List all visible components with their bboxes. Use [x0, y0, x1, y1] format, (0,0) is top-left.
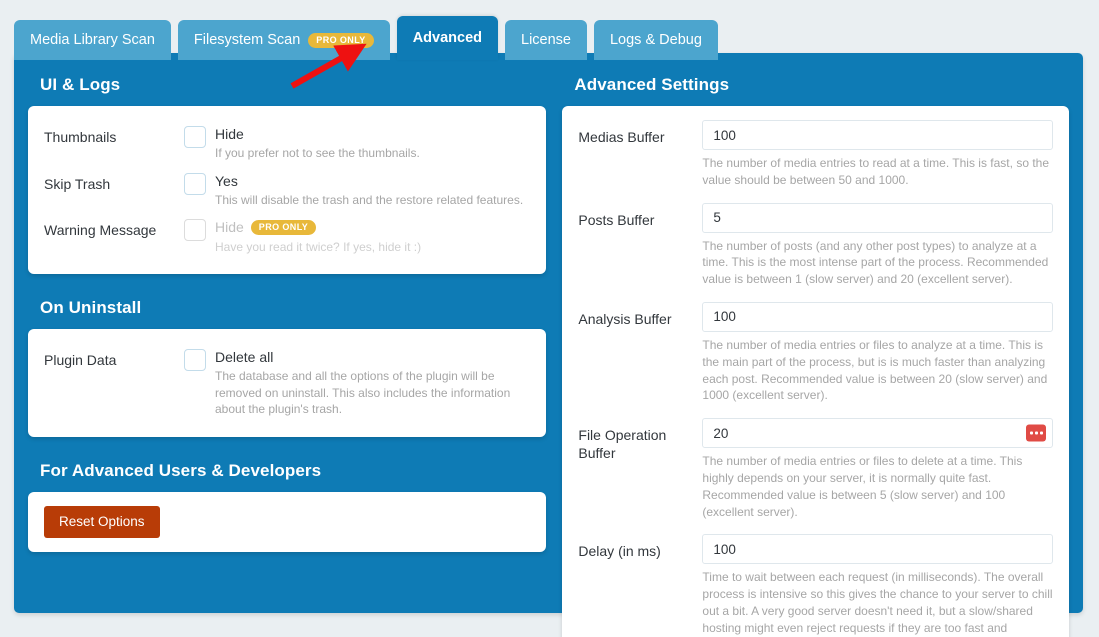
field-wrap-analysis-buffer — [702, 301, 1053, 332]
setting-row-body: Hide PRO ONLY Have you read it twice? If y… — [184, 218, 530, 255]
checkbox-option-text: Hide — [215, 126, 244, 142]
reset-options-button[interactable]: Reset Options — [44, 506, 160, 538]
tab-label: License — [521, 31, 571, 48]
field-help-medias-buffer: The number of media entries to read at a… — [702, 156, 1050, 187]
field-label-posts-buffer: Posts Buffer — [578, 211, 655, 228]
section-title-advanced-settings: Advanced Settings — [574, 75, 730, 94]
input-delay-in-ms[interactable] — [702, 534, 1053, 565]
setting-row: Skip Trash Yes This will disable the trash… — [44, 167, 530, 214]
card-advanced-settings: Medias Buffer The number of media entries… — [562, 106, 1069, 637]
section-title-ui-logs: UI & Logs — [40, 75, 121, 94]
checkbox-line: Delete all The database and all the optio… — [184, 348, 530, 418]
tab-filesystem-scan[interactable]: Filesystem Scan PRO ONLY — [177, 20, 390, 60]
field-help-posts-buffer: The number of posts (and any other post … — [702, 238, 1049, 287]
checkbox-option-label: Yes — [215, 172, 530, 190]
checkbox-description: This will disable the trash and the rest… — [215, 192, 524, 207]
section-title-on-uninstall: On Uninstall — [40, 298, 142, 318]
input-file-operation-buffer[interactable] — [702, 418, 1053, 449]
setting-row: Plugin Data Delete all The database and al… — [44, 343, 530, 423]
checkbox-yes[interactable] — [184, 172, 206, 195]
field-help-delay-in-ms: Time to wait between each request (in mi… — [702, 570, 1053, 635]
field-body-medias-buffer: The number of media entries to read at a… — [702, 120, 1053, 199]
tab-label: Media Library Scan — [30, 31, 155, 48]
tab-label: Logs & Debug — [609, 31, 702, 48]
field-label-delay-in-ms: Delay (in ms) — [578, 543, 661, 560]
field-row-file-operation-buffer: File Operation Buffer The number of media… — [578, 418, 1053, 530]
field-body-delay-in-ms: Time to wait between each request (in mi… — [702, 534, 1053, 637]
checkbox-delete-all[interactable] — [184, 349, 206, 372]
checkbox-line: Hide If you prefer not to see the thumbna… — [184, 125, 530, 162]
field-row-analysis-buffer: Analysis Buffer The number of media entri… — [578, 301, 1053, 414]
tab-logs-debug[interactable]: Logs & Debug — [593, 20, 718, 60]
checkbox-option-label: Hide — [215, 125, 530, 143]
field-help-analysis-buffer: The number of media entries or files to … — [702, 337, 1048, 403]
field-body-analysis-buffer: The number of media entries or files to … — [702, 301, 1053, 414]
field-help-file-operation-buffer: The number of media entries or files to … — [702, 454, 1023, 519]
checkbox-line: Hide PRO ONLY Have you read it twice? If y… — [184, 218, 530, 255]
field-wrap-posts-buffer — [702, 202, 1053, 233]
checkbox-text: Delete all The database and all the optio… — [215, 348, 530, 418]
setting-row-body: Yes This will disable the trash and the r… — [184, 172, 530, 209]
checkbox-text: Hide If you prefer not to see the thumbna… — [215, 125, 530, 162]
checkbox-option-label: Delete all — [215, 348, 530, 366]
checkbox-text: Yes This will disable the trash and the r… — [215, 172, 530, 209]
dot — [1039, 431, 1043, 435]
input-posts-buffer[interactable] — [702, 202, 1053, 233]
checkbox-description: Have you read it twice? If yes, hide it … — [215, 239, 422, 254]
setting-row-label: Warning Message — [44, 222, 157, 239]
input-analysis-buffer[interactable] — [702, 301, 1053, 332]
field-label-analysis-buffer: Analysis Buffer — [578, 310, 672, 327]
checkbox-option-text: Delete all — [215, 349, 274, 366]
tab-license[interactable]: License — [505, 20, 587, 60]
left-column: UI & Logs Thumbnails Hide If you prefer no… — [28, 75, 547, 637]
field-row-posts-buffer: Posts Buffer The number of posts (and any… — [578, 202, 1053, 298]
field-label-medias-buffer: Medias Buffer — [578, 129, 665, 145]
section-title-advanced-users: For Advanced Users & Developers — [40, 461, 322, 481]
checkbox-description: The database and all the options of the … — [215, 369, 511, 417]
field-row-medias-buffer: Medias Buffer The number of media entries… — [578, 120, 1053, 199]
field-wrap-medias-buffer — [702, 120, 1053, 150]
dot — [1029, 431, 1033, 435]
tab-label: Filesystem Scan — [193, 31, 301, 48]
field-wrap-file-operation-buffer — [702, 418, 1053, 449]
field-row-delay-in-ms: Delay (in ms) Time to wait between each r… — [578, 534, 1053, 637]
card-advanced-users: Reset Options — [28, 492, 547, 552]
settings-columns: UI & Logs Thumbnails Hide If you prefer no… — [14, 53, 1083, 637]
dot — [1034, 431, 1038, 435]
setting-row-label: Skip Trash — [44, 175, 111, 192]
field-body-posts-buffer: The number of posts (and any other post … — [702, 202, 1053, 298]
password-manager-icon[interactable] — [1026, 424, 1046, 442]
checkbox-hide[interactable] — [184, 126, 206, 148]
checkbox-option-text: Hide — [215, 219, 244, 236]
checkbox-option-label: Hide PRO ONLY — [215, 218, 530, 236]
tab-bar: Media Library Scan Filesystem Scan PRO ONL… — [14, 16, 718, 60]
checkbox-hide — [184, 219, 206, 242]
card-ui-logs: Thumbnails Hide If you prefer not to see t… — [28, 106, 547, 275]
right-column: Advanced Settings Medias Buffer The numbe… — [562, 75, 1069, 637]
checkbox-option-text: Yes — [215, 172, 238, 189]
setting-row-body: Hide If you prefer not to see the thumbna… — [184, 125, 530, 162]
card-on-uninstall: Plugin Data Delete all The database and al… — [28, 329, 547, 438]
screen: Media Library Scan Filesystem Scan PRO ONL… — [0, 0, 1099, 637]
setting-row-body: Delete all The database and all the optio… — [184, 348, 530, 418]
tab-pro-only-badge: PRO ONLY — [308, 32, 374, 48]
tab-label: Advanced — [412, 29, 482, 46]
checkbox-text: Hide PRO ONLY Have you read it twice? If y… — [215, 218, 530, 255]
field-wrap-delay-in-ms — [702, 534, 1053, 565]
checkbox-description: If you prefer not to see the thumbnails. — [215, 146, 420, 161]
tab-media-library-scan[interactable]: Media Library Scan — [14, 20, 171, 60]
settings-panel: UI & Logs Thumbnails Hide If you prefer no… — [14, 53, 1083, 637]
input-medias-buffer[interactable] — [702, 120, 1053, 150]
setting-row: Thumbnails Hide If you prefer not to see t… — [44, 120, 530, 167]
row-pro-only-badge: PRO ONLY — [250, 220, 317, 236]
setting-row: Warning Message Hide PRO ONLY Have you read… — [44, 213, 530, 260]
field-body-file-operation-buffer: The number of media entries or files to … — [702, 418, 1053, 530]
tab-advanced[interactable]: Advanced — [396, 16, 498, 60]
setting-row-label: Plugin Data — [44, 352, 117, 369]
checkbox-line: Yes This will disable the trash and the r… — [184, 172, 530, 209]
setting-row-label: Thumbnails — [44, 129, 117, 145]
field-label-file-operation-buffer: File Operation Buffer — [578, 427, 667, 461]
